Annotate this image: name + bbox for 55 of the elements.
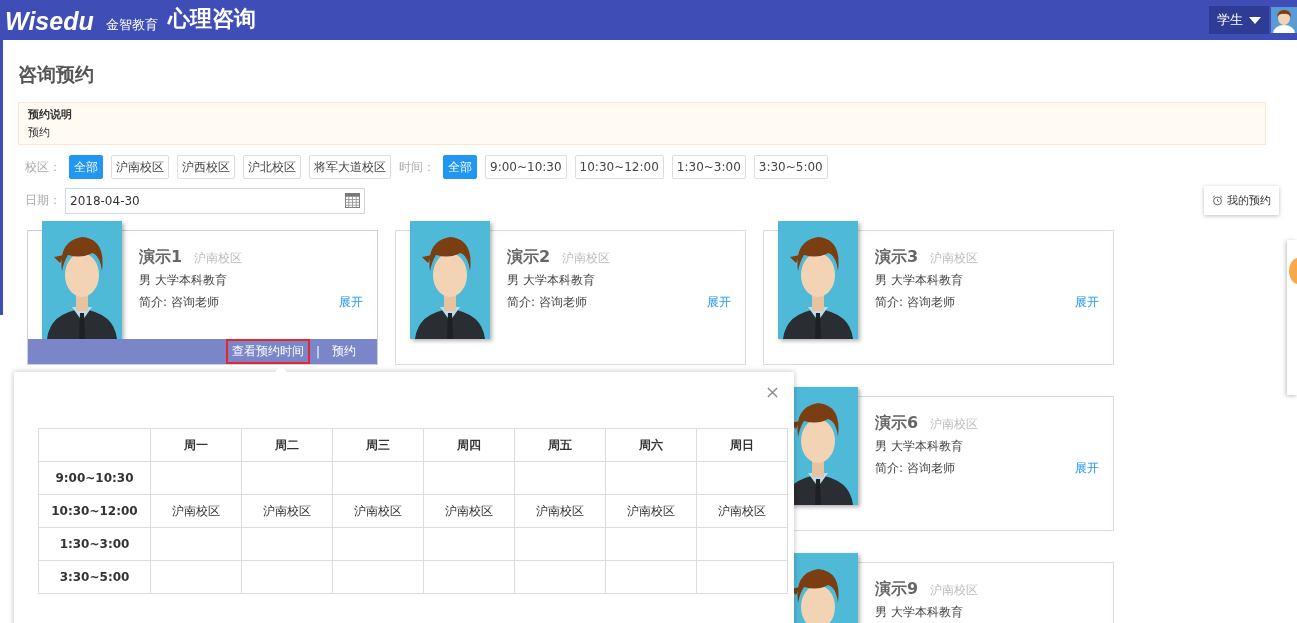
alarm-clock-icon xyxy=(1212,195,1223,206)
campus-filter-button[interactable]: 沪西校区 xyxy=(177,155,235,179)
counselor-name: 演示6 xyxy=(875,413,919,434)
date-label: 日期： xyxy=(25,192,61,209)
campus-filter-button[interactable]: 沪南校区 xyxy=(111,155,169,179)
counselor-name: 演示1 xyxy=(139,247,183,268)
date-field[interactable]: 2018-04-30 xyxy=(65,187,365,214)
counselor-campus: 沪南校区 xyxy=(930,582,979,599)
notice-text: 预约 xyxy=(28,125,51,141)
user-avatar-icon[interactable] xyxy=(1271,7,1297,33)
weekday-header: 周二 xyxy=(241,428,333,462)
counselor-intro: 简介: 咨询老师 xyxy=(139,294,219,311)
notice-title: 预约说明 xyxy=(28,107,73,123)
app-title: 心理咨询 xyxy=(167,5,256,33)
time-slot-header: 3:30~5:00 xyxy=(38,560,151,594)
weekday-header: 周五 xyxy=(514,428,606,462)
my-bookings-button[interactable]: 我的预约 xyxy=(1204,186,1279,215)
counselor-name: 演示9 xyxy=(875,579,919,600)
counselor-info: 男 大学本科教育 xyxy=(507,272,596,289)
counselor-intro: 简介: 咨询老师 xyxy=(875,294,955,311)
weekday-header: 周一 xyxy=(150,428,242,462)
time-slot-header: 1:30~3:00 xyxy=(38,527,151,561)
weekday-header: 周三 xyxy=(332,428,424,462)
weekday-header: 周日 xyxy=(696,428,788,462)
counselor-campus: 沪南校区 xyxy=(930,250,979,267)
counselor-intro: 简介: 咨询老师 xyxy=(875,460,955,477)
counselor-campus: 沪南校区 xyxy=(562,250,611,267)
counselor-name: 演示2 xyxy=(507,247,551,268)
counselor-campus: 沪南校区 xyxy=(930,416,979,433)
counselor-info: 男 大学本科教育 xyxy=(139,272,228,289)
time-filter-button[interactable]: 1:30~3:00 xyxy=(671,155,746,179)
weekday-header: 周六 xyxy=(605,428,697,462)
filter-label: 时间： xyxy=(399,158,435,176)
logo-subtitle: 金智教育 xyxy=(105,16,158,34)
time-filter-button[interactable]: 10:30~12:00 xyxy=(574,155,664,179)
counselor-info: 男 大学本科教育 xyxy=(875,438,964,455)
time-slot-header: 10:30~12:00 xyxy=(38,494,151,528)
counselor-info: 男 大学本科教育 xyxy=(875,272,964,289)
separator: | xyxy=(315,344,320,359)
campus-filter-button[interactable]: 沪北校区 xyxy=(243,155,301,179)
counselor-campus: 沪南校区 xyxy=(194,250,243,267)
logo: Wisedu xyxy=(5,7,94,37)
weekday-header: 周四 xyxy=(423,428,515,462)
filter-label: 校区： xyxy=(25,158,61,176)
page-title: 咨询预约 xyxy=(18,62,95,87)
counselor-intro: 简介: 咨询老师 xyxy=(507,294,587,311)
calendar-icon[interactable] xyxy=(345,193,360,208)
campus-filter-button[interactable]: 将军大道校区 xyxy=(309,155,391,179)
counselor-name: 演示3 xyxy=(875,247,919,268)
time-filter-button[interactable]: 3:30~5:00 xyxy=(753,155,828,179)
time-slot-header: 9:00~10:30 xyxy=(38,461,151,495)
time-filter-button[interactable]: 9:00~10:30 xyxy=(485,155,567,179)
role-dropdown[interactable]: 学生 xyxy=(1209,6,1269,34)
close-icon[interactable] xyxy=(767,387,778,398)
counselor-info: 男 大学本科教育 xyxy=(875,604,964,621)
